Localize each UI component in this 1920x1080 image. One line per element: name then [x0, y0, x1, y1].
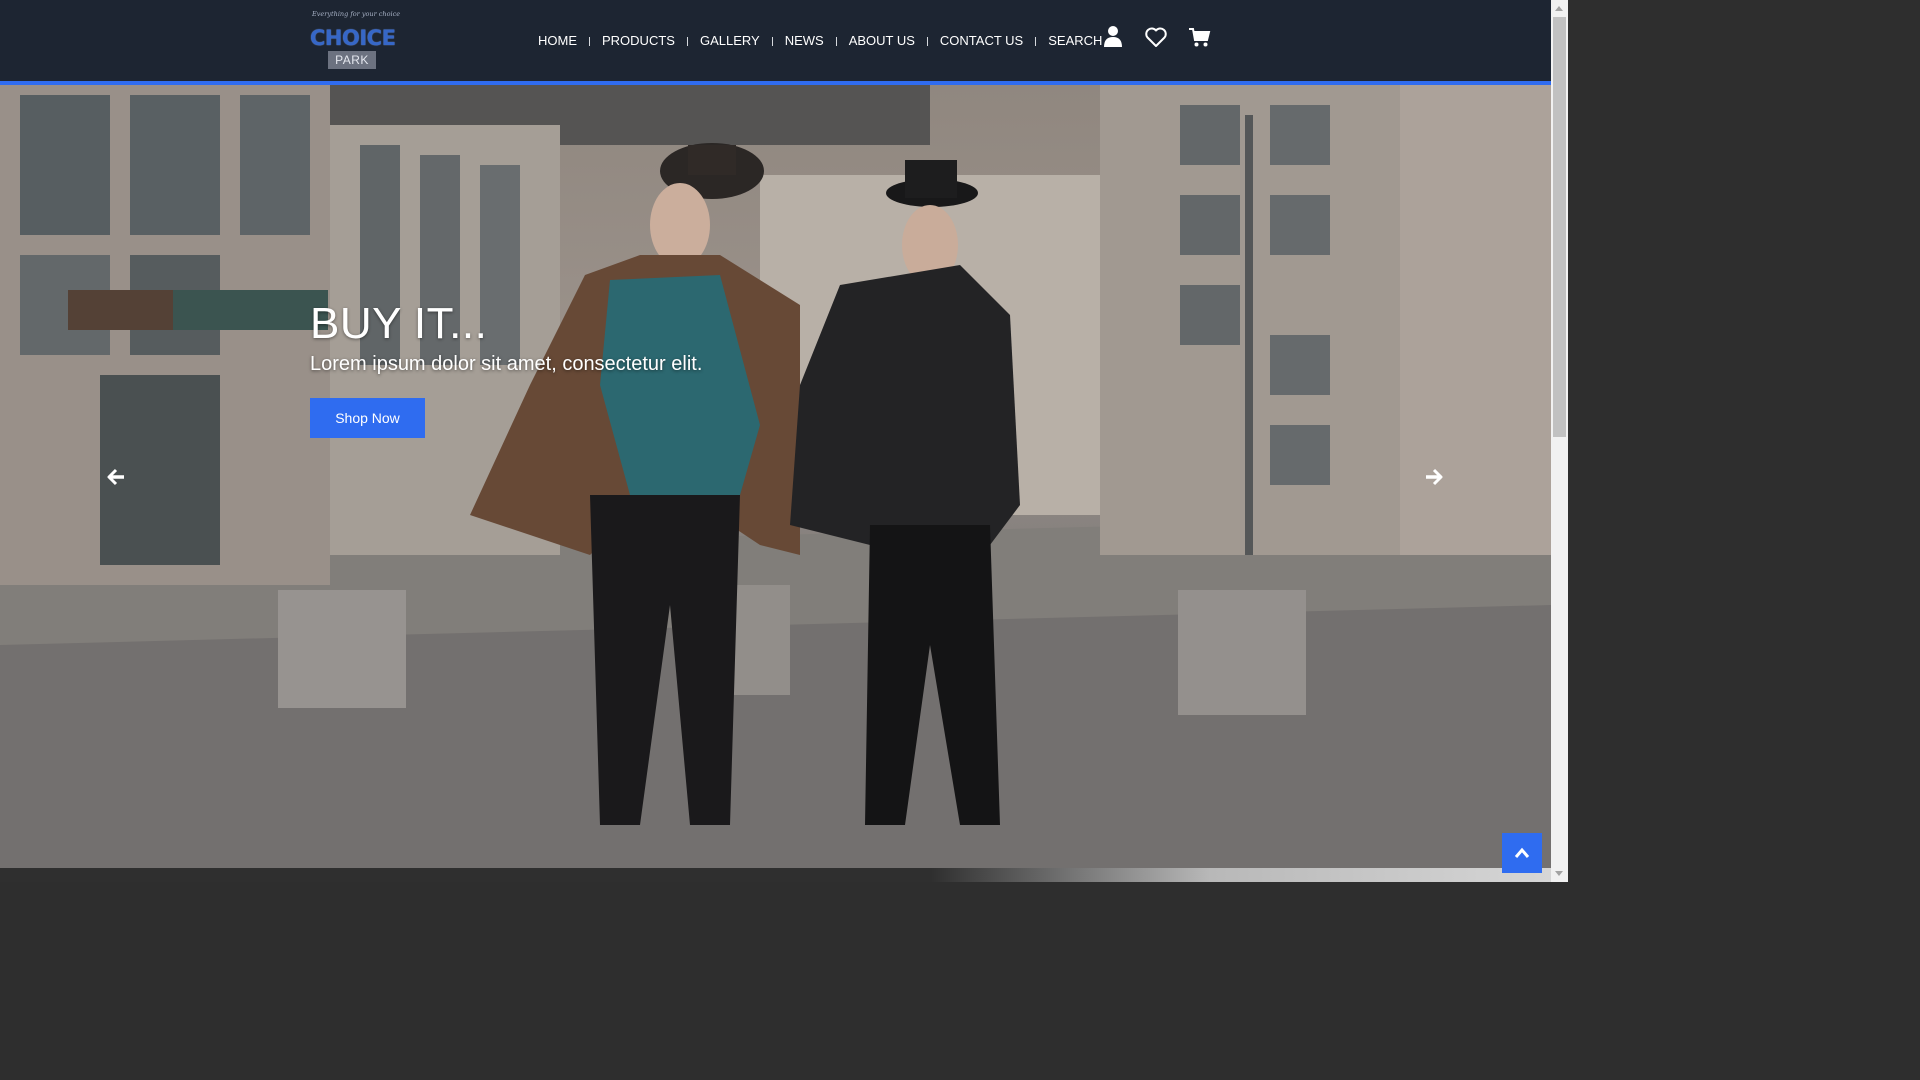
site-header: Everything for your choice CHOICE PARK H… [0, 0, 1551, 85]
scroll-up-arrow-icon[interactable] [1555, 6, 1563, 11]
arrow-left-icon[interactable] [106, 467, 126, 487]
heart-icon[interactable] [1144, 25, 1168, 49]
nav-item-news[interactable]: NEWS [779, 31, 830, 51]
nav-separator [926, 36, 928, 46]
nav-separator [1035, 36, 1037, 46]
cart-icon[interactable] [1188, 25, 1212, 49]
back-to-top-button[interactable] [1502, 833, 1542, 873]
hero-title: BUY IT... [310, 299, 488, 348]
nav-item-about-us[interactable]: ABOUT US [843, 31, 921, 51]
nav-item-products[interactable]: PRODUCTS [596, 31, 681, 51]
main-nav: HOME PRODUCTS GALLERY NEWS ABOUT US CONT… [532, 31, 1108, 51]
nav-item-search[interactable]: SEARCH [1042, 31, 1108, 51]
user-icon[interactable] [1102, 25, 1126, 49]
hero-slider: BUY IT... Lorem ipsum dolor sit amet, co… [0, 85, 1551, 868]
hero-subtitle: Lorem ipsum dolor sit amet, consectetur … [310, 353, 703, 375]
scroll-thumb[interactable] [1553, 17, 1566, 437]
next-section-preview [0, 868, 1551, 882]
chevron-up-icon [1514, 847, 1530, 858]
page-scrollbar[interactable] [1551, 0, 1568, 882]
arrow-right-icon[interactable] [1424, 467, 1444, 487]
nav-separator [589, 36, 590, 46]
logo-word-park: PARK [328, 51, 376, 69]
nav-separator [835, 36, 837, 46]
logo-tagline: Everything for your choice [312, 10, 401, 18]
hero-background-image [0, 85, 1551, 868]
nav-separator [686, 36, 688, 46]
nav-item-contact-us[interactable]: CONTACT US [934, 31, 1029, 51]
logo[interactable]: Everything for your choice CHOICE PARK [310, 8, 400, 72]
logo-word-choice: CHOICE [310, 26, 396, 50]
shop-now-button[interactable]: Shop Now [310, 398, 425, 438]
nav-item-home[interactable]: HOME [532, 31, 583, 51]
scroll-down-arrow-icon[interactable] [1555, 871, 1563, 876]
nav-item-gallery[interactable]: GALLERY [694, 31, 766, 51]
nav-separator [771, 36, 773, 46]
